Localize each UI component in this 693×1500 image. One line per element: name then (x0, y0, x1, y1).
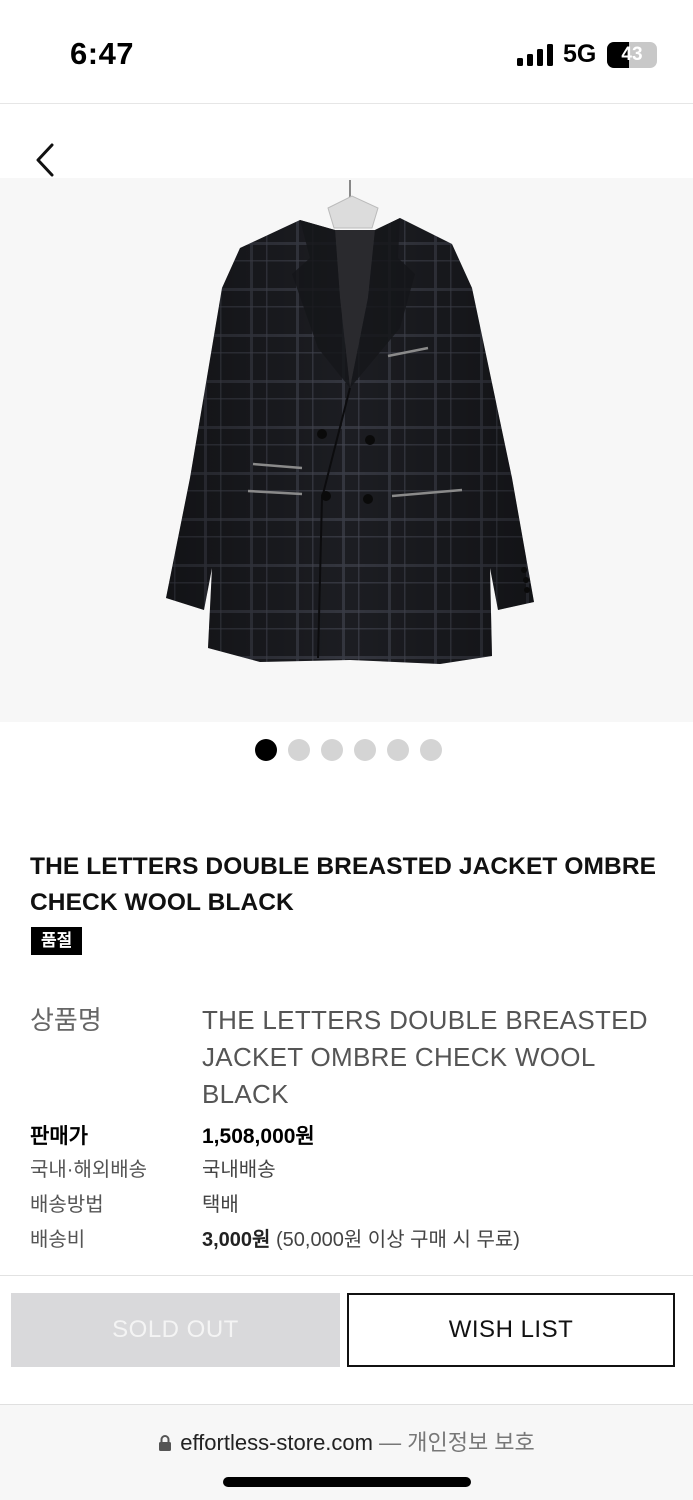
carousel-dot[interactable] (321, 739, 343, 761)
carousel-dot[interactable] (387, 739, 409, 761)
soldout-button[interactable]: SOLD OUT (11, 1293, 340, 1367)
url-domain: effortless-store.com (180, 1430, 373, 1455)
url-separator: — (379, 1430, 402, 1455)
network-label: 5G (563, 40, 597, 68)
back-button[interactable] (30, 140, 64, 180)
signal-icon (517, 44, 553, 66)
status-time: 6:47 (70, 36, 135, 71)
info-label-shipping-fee: 배송비 (30, 1229, 86, 1251)
carousel-dot[interactable] (255, 739, 277, 761)
info-value-name: THE LETTERS DOUBLE BREASTED JACKET OMBRE… (202, 1005, 648, 1109)
browser-url-bar[interactable]: effortless-store.com — 개인정보 보호 (0, 1404, 693, 1500)
info-label-name: 상품명 (30, 1005, 102, 1035)
soldout-badge: 품절 (31, 927, 83, 955)
carousel-dot[interactable] (420, 739, 442, 761)
status-bar: 6:47 5G 43 (0, 0, 693, 104)
home-indicator[interactable] (223, 1477, 471, 1487)
info-value-shipping-region: 국내배송 (202, 1159, 276, 1181)
info-label-shipping-region: 국내·해외배송 (30, 1159, 148, 1181)
carousel-dot[interactable] (354, 739, 376, 761)
shipping-fee-note: (50,000원 이상 구매 시 무료) (276, 1229, 520, 1251)
info-value-shipping-fee: 3,000원 (50,000원 이상 구매 시 무료) (202, 1227, 520, 1253)
lock-icon (158, 1432, 172, 1458)
battery-icon: 43 (607, 42, 657, 68)
info-value-price: 1,508,000원 (202, 1125, 315, 1148)
jacket-illustration (166, 180, 534, 664)
product-photo[interactable] (0, 178, 693, 722)
shipping-fee-amount: 3,000원 (202, 1229, 271, 1251)
divider (0, 1275, 693, 1276)
info-label-shipping-method: 배송방법 (30, 1194, 104, 1216)
carousel-dot[interactable] (288, 739, 310, 761)
url-line[interactable]: effortless-store.com — 개인정보 보호 (0, 1425, 693, 1458)
info-label-price: 판매가 (30, 1125, 88, 1148)
info-value-shipping-method: 택배 (202, 1194, 239, 1216)
url-privacy-label: 개인정보 보호 (407, 1430, 535, 1455)
product-title: THE LETTERS DOUBLE BREASTED JACKET OMBRE… (30, 853, 657, 916)
wishlist-button[interactable]: WISH LIST (347, 1293, 675, 1367)
chevron-left-icon (36, 143, 54, 177)
carousel-dots (0, 739, 693, 761)
battery-level: 43 (621, 44, 643, 65)
